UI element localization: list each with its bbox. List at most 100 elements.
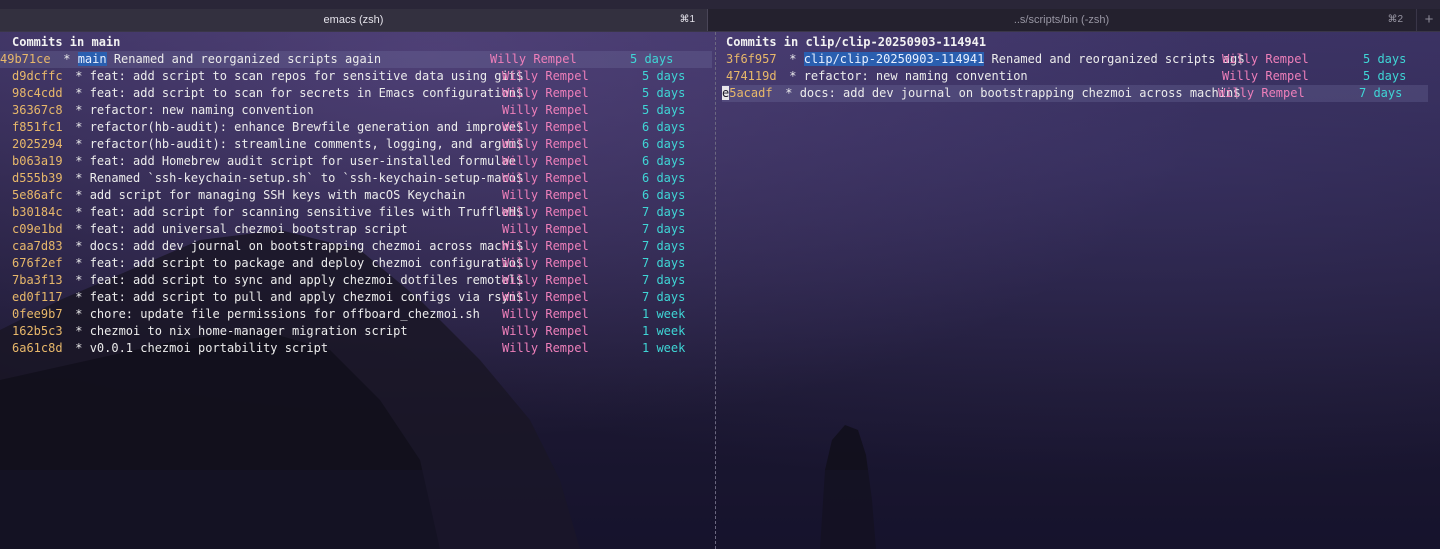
- commit-age: 7 days: [642, 290, 686, 304]
- commit-hash: c09e1bd: [12, 222, 63, 236]
- commit-message-text: feat: add script to scan repos for sensi…: [89, 69, 524, 83]
- commit-marker: *: [68, 341, 90, 355]
- commit-marker: *: [68, 307, 90, 321]
- commit-marker: *: [68, 290, 90, 304]
- commit-row[interactable]: 3f6f957 * clip/clip-20250903-114941 Rena…: [726, 51, 1431, 68]
- commit-row[interactable]: 7ba3f13 * feat: add script to sync and a…: [12, 272, 712, 289]
- commit-row[interactable]: 2025294 * refactor(hb-audit): streamline…: [12, 136, 712, 153]
- commit-author: Willy Rempel: [1222, 69, 1309, 83]
- tab-scripts-bin[interactable]: ..s/scripts/bin (-zsh) ⌘2: [708, 9, 1415, 31]
- commit-row[interactable]: b063a19 * feat: add Homebrew audit scrip…: [12, 153, 712, 170]
- commit-hash-rest: 5acadf: [729, 86, 773, 100]
- commit-marker: *: [68, 171, 90, 185]
- commit-message: * chore: update file permissions for off…: [68, 306, 480, 323]
- commit-age: 7 days: [642, 256, 686, 270]
- commit-hash: 49b71ce: [0, 52, 51, 66]
- commit-age: 1 week: [642, 341, 686, 355]
- right-pane[interactable]: Commits in clip/clip-20250903-114941 3f6…: [722, 34, 1431, 549]
- commit-author: Willy Rempel: [502, 103, 589, 117]
- commit-row[interactable]: 676f2ef * feat: add script to package an…: [12, 255, 712, 272]
- commit-author: Willy Rempel: [502, 171, 589, 185]
- commit-age: 6 days: [642, 137, 686, 151]
- commit-marker: *: [68, 239, 90, 253]
- commit-age: 1 week: [642, 324, 686, 338]
- commit-message: * feat: add script to scan for secrets i…: [68, 85, 523, 102]
- title-bar: [0, 0, 1440, 9]
- commit-row[interactable]: 49b71ce * main Renamed and reorganized s…: [0, 51, 712, 68]
- commit-message-text: Renamed and reorganized scripts again: [106, 52, 382, 66]
- commit-message-text: Renamed `ssh-keychain-setup.sh` to `ssh-…: [89, 171, 524, 185]
- commit-row[interactable]: 5e86afc * add script for managing SSH ke…: [12, 187, 712, 204]
- commit-row[interactable]: f851fc1 * refactor(hb-audit): enhance Br…: [12, 119, 712, 136]
- commit-message: * chezmoi to nix home-manager migration …: [68, 323, 408, 340]
- commit-message: * feat: add script to sync and apply che…: [68, 272, 523, 289]
- tab-title: ..s/scripts/bin (-zsh): [1013, 14, 1110, 26]
- commit-row[interactable]: c09e1bd * feat: add universal chezmoi bo…: [12, 221, 712, 238]
- branch-ref: main: [77, 52, 107, 66]
- commit-hash: ed0f117: [12, 290, 63, 304]
- commit-message-text: refactor: new naming convention: [89, 103, 314, 117]
- commit-hash: 98c4cdd: [12, 86, 63, 100]
- commit-message-text: feat: add script to scan for secrets in …: [89, 86, 524, 100]
- commit-row[interactable]: caa7d83 * docs: add dev journal on boots…: [12, 238, 712, 255]
- commit-message-text: chezmoi to nix home-manager migration sc…: [89, 324, 408, 338]
- tab-shortcut: ⌘2: [1387, 14, 1403, 25]
- commit-marker: *: [68, 154, 90, 168]
- commit-message-text: chore: update file permissions for offbo…: [89, 307, 480, 321]
- commit-marker: *: [68, 205, 90, 219]
- commit-marker: *: [68, 103, 90, 117]
- commit-row[interactable]: 98c4cdd * feat: add script to scan for s…: [12, 85, 712, 102]
- commit-marker: *: [68, 256, 90, 270]
- pane-header: Commits in main: [12, 35, 121, 49]
- commit-hash: 7ba3f13: [12, 273, 63, 287]
- commit-row[interactable]: 0fee9b7 * chore: update file permissions…: [12, 306, 712, 323]
- commit-hash: caa7d83: [12, 239, 63, 253]
- commit-row[interactable]: e5acadf * docs: add dev journal on boots…: [722, 85, 1428, 102]
- commit-message-text: feat: add script for scanning sensitive …: [89, 205, 524, 219]
- commit-age: 1 week: [642, 307, 686, 321]
- commit-message-text: v0.0.1 chezmoi portability script: [89, 341, 329, 355]
- commit-age: 5 days: [1363, 69, 1407, 83]
- commit-hash: d555b39: [12, 171, 63, 185]
- commit-message: * refactor: new naming convention: [782, 68, 1027, 85]
- commit-marker: *: [68, 86, 90, 100]
- commit-hash: 162b5c3: [12, 324, 63, 338]
- commit-row[interactable]: 474119d * refactor: new naming conventio…: [726, 68, 1431, 85]
- branch-ref: clip/clip-20250903-114941: [803, 52, 985, 66]
- commit-message-text: Renamed and reorganized scripts ag$: [984, 52, 1245, 66]
- commit-age: 5 days: [642, 103, 686, 117]
- new-tab-button[interactable]: +: [1416, 9, 1440, 31]
- commit-row[interactable]: d555b39 * Renamed `ssh-keychain-setup.sh…: [12, 170, 712, 187]
- commit-hash: 5e86afc: [12, 188, 63, 202]
- commit-age: 5 days: [630, 52, 674, 66]
- left-pane[interactable]: Commits in main 49b71ce * main Renamed a…: [0, 34, 712, 549]
- commit-author: Willy Rempel: [502, 239, 589, 253]
- commit-hash: 3f6f957: [726, 52, 777, 66]
- commit-marker: *: [782, 52, 804, 66]
- commit-row[interactable]: ed0f117 * feat: add script to pull and a…: [12, 289, 712, 306]
- commit-age: 6 days: [642, 171, 686, 185]
- commit-row[interactable]: 162b5c3 * chezmoi to nix home-manager mi…: [12, 323, 712, 340]
- commit-author: Willy Rempel: [502, 154, 589, 168]
- commit-row[interactable]: d9dcffc * feat: add script to scan repos…: [12, 68, 712, 85]
- commit-message-text: feat: add universal chezmoi bootstrap sc…: [89, 222, 408, 236]
- commit-row[interactable]: 6a61c8d * v0.0.1 chezmoi portability scr…: [12, 340, 712, 357]
- commit-message-text: feat: add script to package and deploy c…: [89, 256, 524, 270]
- commit-message-text: refactor(hb-audit): streamline comments,…: [89, 137, 524, 151]
- commit-row[interactable]: b30184c * feat: add script for scanning …: [12, 204, 712, 221]
- commit-row[interactable]: 36367c8 * refactor: new naming conventio…: [12, 102, 712, 119]
- commit-hash: f851fc1: [12, 120, 63, 134]
- commit-marker: *: [778, 86, 800, 100]
- commit-marker: *: [68, 273, 90, 287]
- commit-marker: *: [56, 52, 78, 66]
- commit-hash: b063a19: [12, 154, 63, 168]
- commit-marker: *: [68, 188, 90, 202]
- commit-marker: *: [68, 120, 90, 134]
- commit-message: * feat: add script to scan repos for sen…: [68, 68, 523, 85]
- pane-divider[interactable]: [715, 32, 716, 549]
- commit-hash: e5acadf: [722, 85, 773, 102]
- tab-emacs[interactable]: emacs (zsh) ⌘1: [0, 9, 708, 31]
- commit-hash: d9dcffc: [12, 69, 63, 83]
- tab-bar: emacs (zsh) ⌘1 ..s/scripts/bin (-zsh) ⌘2…: [0, 9, 1440, 32]
- commit-age: 7 days: [642, 273, 686, 287]
